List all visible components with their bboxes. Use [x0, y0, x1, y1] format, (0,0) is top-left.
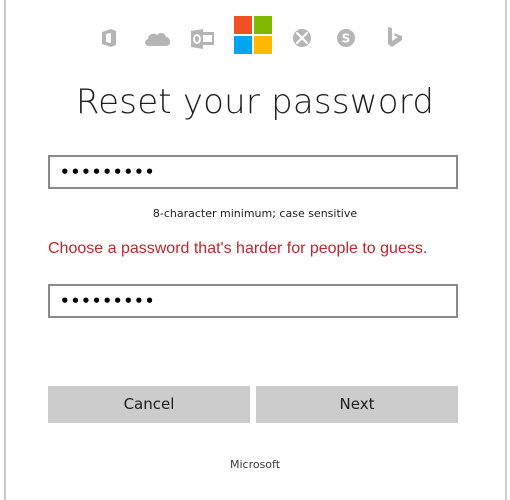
confirm-password-field[interactable] — [48, 284, 458, 318]
bing-icon — [386, 26, 404, 48]
new-password-field[interactable] — [48, 155, 458, 189]
cancel-button[interactable]: Cancel — [48, 386, 250, 423]
office-icon — [99, 28, 119, 48]
onedrive-icon — [143, 31, 173, 47]
password-error-message: Choose a password that's harder for peop… — [48, 240, 428, 257]
product-icon-row: S — [0, 14, 510, 60]
password-hint: 8-character minimum; case sensitive — [152, 207, 358, 220]
reset-password-screen: S Reset your password 8-character minimu… — [0, 0, 510, 500]
confirm-password-input[interactable] — [50, 286, 456, 316]
microsoft-logo — [234, 16, 272, 54]
next-button[interactable]: Next — [256, 386, 458, 423]
window-left-edge — [4, 0, 6, 500]
svg-text:S: S — [342, 32, 351, 46]
xbox-icon — [292, 28, 312, 48]
page-title: Reset your password — [75, 82, 435, 122]
outlook-icon — [190, 28, 216, 50]
footer-brand: Microsoft — [229, 458, 281, 471]
skype-icon: S — [336, 28, 356, 48]
window-right-edge — [505, 0, 507, 500]
new-password-input[interactable] — [50, 157, 456, 187]
